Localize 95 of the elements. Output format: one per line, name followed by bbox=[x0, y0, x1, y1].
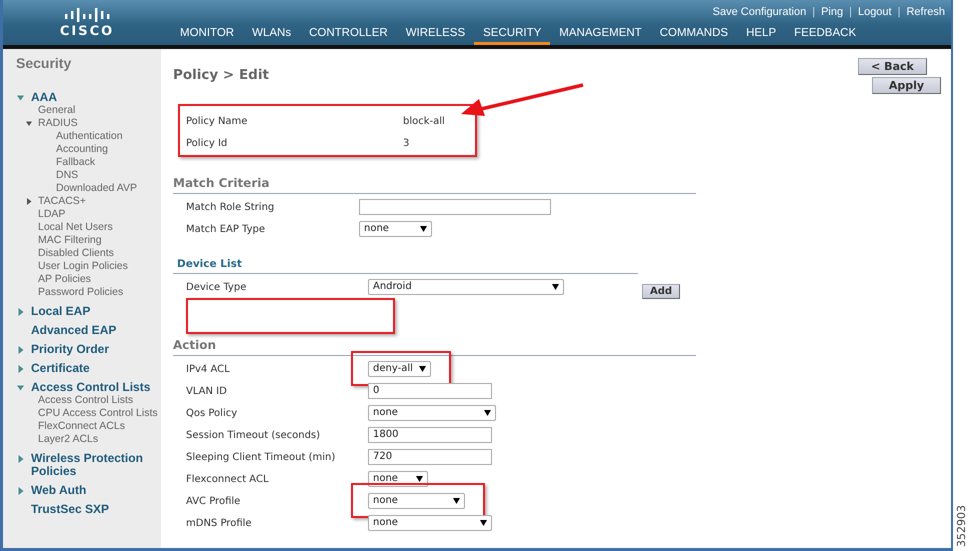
nav-tab[interactable]: FEEDBACK bbox=[785, 23, 866, 45]
caret-icon bbox=[420, 226, 427, 232]
dropdown[interactable]: none bbox=[368, 515, 492, 531]
field-label: IPv4 ACL bbox=[186, 364, 231, 374]
dropdown[interactable]: none bbox=[359, 221, 432, 237]
sidebar-group-link[interactable]: Certificate bbox=[31, 362, 90, 375]
sidebar-group-link[interactable]: Access Control Lists bbox=[31, 381, 150, 394]
dropdown[interactable]: deny-all bbox=[368, 361, 431, 377]
expand-triangle-icon[interactable] bbox=[17, 455, 24, 463]
sidebar-link[interactable]: Accounting bbox=[56, 143, 161, 156]
expand-triangle-icon[interactable] bbox=[17, 365, 24, 373]
header-link[interactable]: Logout bbox=[858, 6, 892, 18]
field-label: Match EAP Type bbox=[186, 224, 266, 234]
link-separator: | bbox=[849, 6, 852, 18]
field-label: Qos Policy bbox=[186, 408, 238, 418]
field-label: Session Timeout (seconds) bbox=[186, 430, 322, 440]
expand-triangle-icon[interactable] bbox=[17, 94, 24, 102]
nav-tab[interactable]: CONTROLLER bbox=[300, 23, 397, 45]
field-label: Match Role String bbox=[186, 202, 276, 212]
header-link[interactable]: Refresh bbox=[906, 6, 945, 18]
sidebar-link[interactable]: Layer2 ACLs bbox=[38, 433, 98, 446]
nav-tab[interactable]: HELP bbox=[737, 23, 786, 45]
field-label: Device Type bbox=[186, 282, 248, 292]
sidebar-link[interactable]: User Login Policies bbox=[38, 260, 128, 273]
link-separator: | bbox=[812, 6, 816, 18]
sidebar-link[interactable]: Downloaded AVP bbox=[56, 182, 161, 195]
field-label: Flexconnect ACL bbox=[186, 474, 270, 484]
field-value: 3 bbox=[403, 138, 410, 148]
sidebar-group-link[interactable]: AAA bbox=[31, 91, 57, 104]
logo-text: CISCO bbox=[60, 25, 114, 39]
field-value: block-all bbox=[403, 116, 445, 126]
sidebar-link[interactable]: Disabled Clients bbox=[38, 247, 114, 260]
sidebar-group-link[interactable]: Web Auth bbox=[31, 484, 86, 497]
text-field[interactable] bbox=[359, 199, 551, 215]
sidebar-link[interactable]: LDAP bbox=[38, 208, 66, 221]
field-label: Policy Name bbox=[186, 116, 248, 126]
caret-icon bbox=[484, 410, 491, 416]
sidebar-group-link[interactable]: TrustSec SXP bbox=[31, 503, 110, 516]
section-heading: Device List bbox=[177, 258, 243, 270]
sidebar-link[interactable]: Authentication bbox=[56, 130, 161, 143]
sidebar-link[interactable]: DNS bbox=[56, 169, 161, 182]
sidebar-link[interactable]: Access Control Lists bbox=[38, 394, 134, 407]
header-link[interactable]: Save Configuration bbox=[712, 6, 806, 18]
sidebar-group-link[interactable]: Advanced EAP bbox=[31, 324, 116, 337]
sidebar-link[interactable]: MAC Filtering bbox=[38, 234, 102, 247]
expand-triangle-icon[interactable] bbox=[26, 198, 32, 205]
field-label: mDNS Profile bbox=[186, 518, 253, 528]
nav-tab[interactable]: COMMANDS bbox=[650, 23, 738, 45]
page-title: Policy > Edit bbox=[173, 67, 270, 83]
dropdown[interactable]: Android bbox=[368, 279, 564, 295]
nav-tab[interactable]: WLANs bbox=[243, 23, 300, 45]
field-label: VLAN ID bbox=[186, 386, 228, 396]
caret-icon bbox=[480, 520, 487, 526]
section-heading: Action bbox=[173, 338, 218, 352]
sidebar-link[interactable]: CPU Access Control Lists bbox=[38, 407, 158, 420]
figure-number: 352903 bbox=[954, 505, 968, 547]
sidebar-link[interactable]: TACACS+ bbox=[38, 195, 86, 208]
dropdown[interactable]: none bbox=[368, 493, 465, 509]
nav-tab[interactable]: MANAGEMENT bbox=[550, 23, 651, 45]
nav-tab[interactable]: MONITOR bbox=[171, 23, 244, 45]
back-button[interactable]: < Back bbox=[858, 58, 927, 75]
sidebar-group-link[interactable]: Local EAP bbox=[31, 305, 90, 318]
apply-button[interactable]: Apply bbox=[872, 77, 941, 94]
field-label: AVC Profile bbox=[186, 496, 242, 506]
field-label: Sleeping Client Timeout (min) bbox=[186, 452, 336, 462]
sidebar-link[interactable]: Local Net Users bbox=[38, 221, 113, 234]
sidebar-group-link[interactable]: Wireless Protection Policies bbox=[31, 452, 161, 478]
caret-icon bbox=[419, 366, 426, 372]
sidebar-link[interactable]: Fallback bbox=[56, 156, 161, 169]
dropdown[interactable]: none bbox=[368, 405, 496, 421]
header-link[interactable]: Ping bbox=[821, 6, 844, 18]
field-label: Policy Id bbox=[186, 138, 228, 148]
sidebar-link[interactable]: Password Policies bbox=[38, 286, 124, 299]
section-heading: Match Criteria bbox=[173, 176, 270, 190]
text-field[interactable]: 0 bbox=[368, 383, 492, 399]
text-field[interactable]: 720 bbox=[368, 449, 492, 465]
sidebar-link[interactable]: General bbox=[38, 104, 76, 117]
expand-triangle-icon[interactable] bbox=[17, 384, 24, 392]
sidebar-group-link[interactable]: Priority Order bbox=[31, 343, 110, 356]
add-button[interactable]: Add bbox=[642, 284, 680, 298]
sidebar-link[interactable]: AP Policies bbox=[38, 273, 91, 286]
cisco-bars-icon bbox=[64, 8, 110, 22]
expand-triangle-icon[interactable] bbox=[17, 346, 24, 354]
sidebar-link[interactable]: RADIUS bbox=[38, 117, 78, 130]
nav-tab[interactable]: WIRELESS bbox=[396, 23, 474, 45]
expand-triangle-icon[interactable] bbox=[17, 308, 24, 316]
link-separator: | bbox=[898, 6, 900, 18]
caret-icon bbox=[552, 284, 559, 290]
sidebar-title: Security bbox=[15, 55, 72, 71]
sidebar-link[interactable]: FlexConnect ACLs bbox=[38, 420, 125, 433]
caret-icon bbox=[453, 498, 460, 504]
expand-triangle-icon[interactable] bbox=[17, 487, 24, 495]
text-field[interactable]: 1800 bbox=[368, 427, 492, 443]
expand-triangle-icon[interactable] bbox=[26, 120, 32, 127]
caret-icon bbox=[416, 476, 423, 482]
